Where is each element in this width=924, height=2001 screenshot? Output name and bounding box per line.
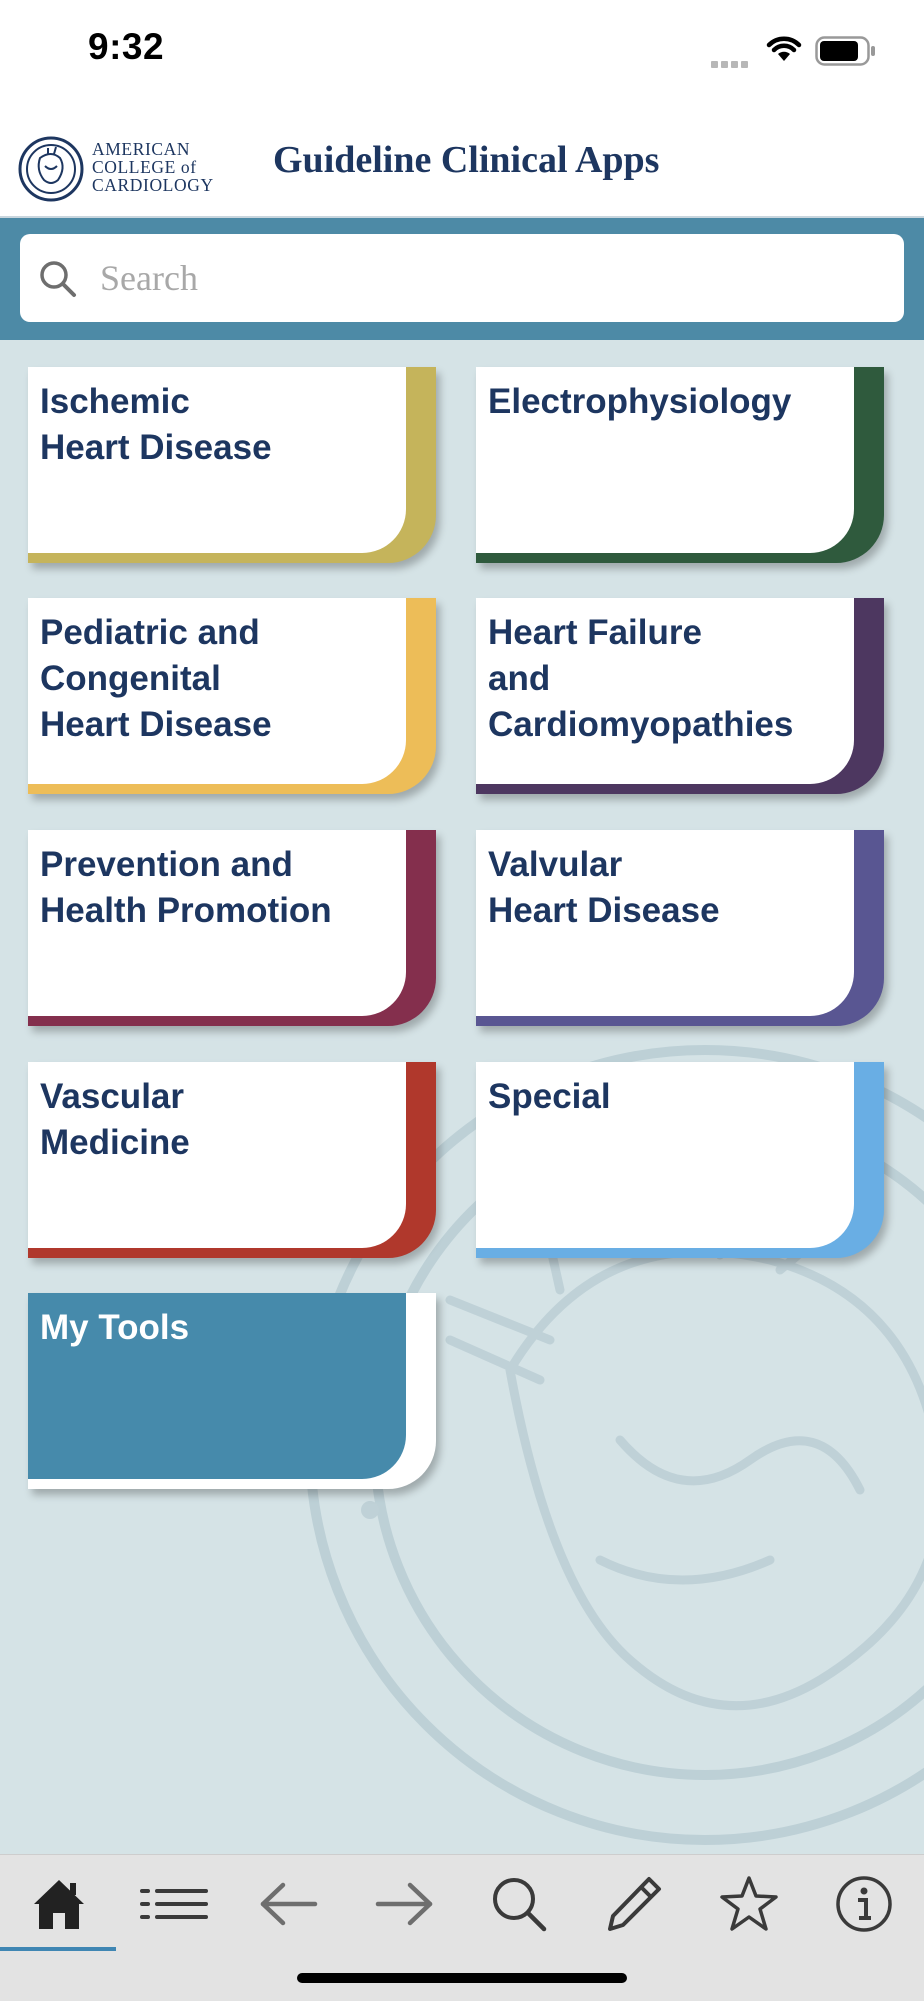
home-indicator [297, 1973, 627, 1983]
tile-ischemic-heart-disease[interactable]: Ischemic Heart Disease [28, 367, 436, 563]
tile-heart-failure[interactable]: Heart Failure and Cardiomyopathies [476, 598, 884, 794]
home-icon [34, 1880, 84, 1929]
acc-logo: AMERICAN COLLEGE of CARDIOLOGY [18, 136, 233, 204]
acc-seal-icon [18, 136, 84, 202]
logo-wordmark: AMERICAN COLLEGE of CARDIOLOGY [92, 139, 214, 195]
tile-prevention-health-promotion[interactable]: Prevention and Health Promotion [28, 830, 436, 1026]
tile-label: Pediatric and Congenital Heart Disease [40, 613, 272, 744]
search-nav-button[interactable] [469, 1869, 569, 1939]
favorites-button[interactable] [699, 1869, 799, 1939]
battery-icon [815, 36, 875, 66]
tile-vascular-medicine[interactable]: Vascular Medicine [28, 1062, 436, 1258]
tile-label: My Tools [40, 1308, 190, 1347]
status-bar: 9:32 [0, 0, 924, 100]
pencil-icon [608, 1877, 661, 1931]
search-input[interactable] [98, 252, 882, 304]
notes-button[interactable] [584, 1869, 684, 1939]
wifi-icon [766, 36, 802, 61]
info-icon [836, 1876, 892, 1932]
tile-valvular-heart-disease[interactable]: Valvular Heart Disease [476, 830, 884, 1026]
back-arrow-icon [260, 1882, 318, 1926]
active-tab-indicator [0, 1947, 116, 1951]
tile-label: Special [488, 1077, 611, 1116]
tile-label: Prevention and Health Promotion [40, 845, 332, 930]
list-icon [140, 1889, 208, 1919]
search-icon [493, 1878, 547, 1932]
forward-button[interactable] [354, 1869, 454, 1939]
tile-label: Electrophysiology [488, 382, 792, 421]
app-header: AMERICAN COLLEGE of CARDIOLOGY Guideline… [0, 100, 924, 218]
tile-special[interactable]: Special [476, 1062, 884, 1258]
tile-label: Vascular Medicine [40, 1077, 190, 1162]
status-time: 9:32 [88, 26, 165, 67]
page-title: Guideline Clinical Apps [273, 139, 660, 181]
tile-label: Ischemic Heart Disease [40, 382, 272, 467]
search-bar [0, 218, 924, 340]
search-icon [40, 261, 76, 297]
tile-label: Heart Failure and Cardiomyopathies [488, 613, 794, 744]
info-button[interactable] [814, 1869, 914, 1939]
cellular-signal-icon [711, 55, 755, 68]
forward-arrow-icon [375, 1882, 433, 1926]
search-box[interactable] [20, 234, 904, 322]
category-grid: Ischemic Heart Disease Electrophysiology… [0, 340, 924, 1854]
tile-label: Valvular Heart Disease [488, 845, 720, 930]
back-button[interactable] [239, 1869, 339, 1939]
tile-electrophysiology[interactable]: Electrophysiology [476, 367, 884, 563]
tile-pediatric-congenital[interactable]: Pediatric and Congenital Heart Disease [28, 598, 436, 794]
star-icon [720, 1876, 778, 1931]
list-button[interactable] [124, 1869, 224, 1939]
bottom-nav [0, 1854, 924, 2001]
tile-my-tools[interactable]: My Tools [28, 1293, 436, 1489]
home-button[interactable] [9, 1869, 109, 1939]
